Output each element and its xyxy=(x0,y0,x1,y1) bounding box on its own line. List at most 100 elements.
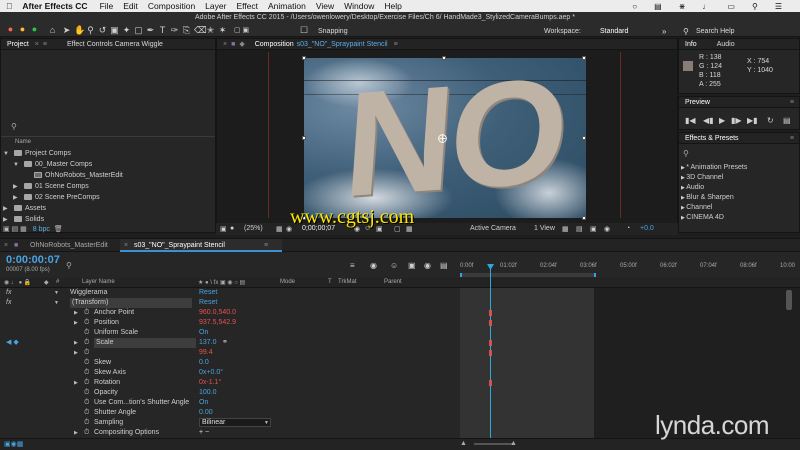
composition-menu-icon[interactable]: ≡ xyxy=(394,41,398,48)
project-item[interactable]: OhNoRobots_MasterEdit xyxy=(3,171,123,181)
pan-behind-tool-icon[interactable]: ✦ xyxy=(122,26,131,35)
property-row[interactable]: ▶ ⏱ Position 937.5,542.9 xyxy=(0,318,460,328)
close-tab-icon[interactable]: × xyxy=(124,242,128,249)
tab-master-edit[interactable]: OhNoRobots_MasterEdit xyxy=(30,242,108,249)
camera-tool-icon[interactable]: ▣ xyxy=(110,26,119,35)
tab-effect-controls[interactable]: Effect Controls Camera Wiggle xyxy=(67,41,163,48)
bit-depth-button[interactable]: 8 bpc xyxy=(33,226,50,233)
tab-info[interactable]: Info xyxy=(685,41,697,48)
stopwatch-icon[interactable]: ⏱ xyxy=(84,328,89,338)
mode-header[interactable]: Mode xyxy=(280,279,295,285)
home-tool-icon[interactable]: ⌂ xyxy=(48,26,57,35)
effects-category[interactable]: ▶ Channel xyxy=(681,204,712,211)
trkmat-header[interactable]: TrkMat xyxy=(338,279,356,285)
menu-window[interactable]: Window xyxy=(344,1,374,11)
previous-frame-icon[interactable]: ◀▮ xyxy=(703,116,714,125)
stopwatch-icon[interactable]: ⏱ xyxy=(84,398,89,408)
transform-handle[interactable] xyxy=(582,56,586,60)
clone-stamp-tool-icon[interactable]: ⎘ xyxy=(182,26,191,35)
property-value[interactable]: 100.0 xyxy=(199,388,217,398)
project-search-input[interactable]: ⚲ xyxy=(11,122,211,132)
disclosure-triangle-icon[interactable]: ▶ xyxy=(74,348,78,358)
menu-file[interactable]: File xyxy=(100,1,114,11)
snapping-checkbox[interactable]: ☐ xyxy=(300,26,308,35)
effects-menu-icon[interactable]: ≡ xyxy=(790,135,794,142)
hand-tool-icon[interactable]: ✋ xyxy=(74,26,85,35)
pen-tool-icon[interactable]: ✒ xyxy=(146,26,155,35)
tab-audio[interactable]: Audio xyxy=(717,41,735,48)
flowchart-icon[interactable]: ◉ xyxy=(604,225,610,233)
next-frame-icon[interactable]: ▮▶ xyxy=(731,116,742,125)
disclosure-triangle-icon[interactable]: ▶ xyxy=(74,318,78,328)
composition-mini-flowchart-icon[interactable]: ≡ xyxy=(350,261,355,270)
parent-header[interactable]: Parent xyxy=(384,279,402,285)
property-row[interactable]: ⏱ Skew 0.0 xyxy=(0,358,460,368)
apple-icon[interactable]:  xyxy=(6,1,12,11)
property-row[interactable]: ▶ ⏱ Anchor Point 960.0,540.0 xyxy=(0,308,460,318)
timeline-scrollbar-thumb[interactable] xyxy=(786,290,792,310)
interpret-footage-icon[interactable]: ▣ xyxy=(3,226,10,233)
stopwatch-icon[interactable]: ⏱ xyxy=(84,408,89,418)
tab-active-comp[interactable]: s03_"NO"_Spraypaint Stencil xyxy=(134,242,225,249)
play-icon[interactable]: ▶ xyxy=(719,116,725,125)
project-item[interactable]: ▶ Solids xyxy=(3,215,44,225)
anchor-point-icon[interactable]: ⨁ xyxy=(438,133,448,143)
first-frame-icon[interactable]: ▮◀ xyxy=(685,116,696,125)
exposure-value[interactable]: +0.0 xyxy=(640,225,654,232)
stopwatch-icon[interactable]: ⏱ xyxy=(84,418,89,428)
menu-help[interactable]: Help xyxy=(384,1,401,11)
property-value[interactable]: Reset xyxy=(199,298,217,308)
disclosure-triangle-icon[interactable]: ▶ xyxy=(74,378,78,388)
property-value[interactable]: 960.0,540.0 xyxy=(199,308,236,318)
fast-previews-icon[interactable]: ▤ xyxy=(576,225,583,233)
creative-cloud-icon[interactable]: ○ xyxy=(632,2,637,11)
battery-icon[interactable]: ▭ xyxy=(727,2,735,11)
expression-keyframe-marker[interactable] xyxy=(489,380,492,386)
property-row[interactable]: ⏱ Uniform Scale On xyxy=(0,328,460,338)
effects-category[interactable]: ▶ Blur & Sharpen xyxy=(681,194,734,201)
motion-blur-icon[interactable]: ◉ xyxy=(424,261,431,270)
effects-title[interactable]: Effects & Presets xyxy=(685,135,739,142)
disclosure-open-icon[interactable]: ▼ xyxy=(3,149,11,159)
tab-project[interactable]: Project xyxy=(7,41,29,48)
search-help-field[interactable]: Search Help xyxy=(696,28,735,35)
preview-title[interactable]: Preview xyxy=(685,99,710,106)
rotate-tool-icon[interactable]: ↺ xyxy=(98,26,107,35)
search-help-icon[interactable]: ⚲ xyxy=(683,27,689,36)
stopwatch-icon[interactable]: ⏱ xyxy=(84,348,89,358)
trash-icon[interactable]: 🗑 xyxy=(54,226,63,233)
disclosure-closed-icon[interactable]: ▶ xyxy=(3,204,11,214)
property-value[interactable]: Reset xyxy=(199,288,217,298)
constrain-proportions-icon[interactable]: ⚭ xyxy=(222,338,228,348)
menu-view[interactable]: View xyxy=(316,1,334,11)
stopwatch-icon[interactable]: ⏱ xyxy=(84,318,89,328)
lock-viewer-icon[interactable]: ◆ xyxy=(239,40,244,48)
zoom-out-icon[interactable]: ▲ xyxy=(460,440,467,447)
transform-handle[interactable] xyxy=(302,136,306,140)
disclosure-closed-icon[interactable]: ▶ xyxy=(13,193,21,203)
workspace-select[interactable]: Standard xyxy=(600,28,628,35)
property-value[interactable]: 937.5,542.9 xyxy=(199,318,236,328)
volume-icon[interactable]: ♩ xyxy=(702,2,710,11)
stopwatch-icon[interactable]: ⏱ xyxy=(84,388,89,398)
puppet-tool-icon[interactable]: ✶ xyxy=(218,26,227,35)
work-area-bar[interactable] xyxy=(460,273,596,277)
chevron-down-icon[interactable]: ▼ xyxy=(264,418,269,428)
property-row[interactable]: ⏱ Shutter Angle 0.00 xyxy=(0,408,460,418)
brush-tool-icon[interactable]: ✑ xyxy=(170,26,179,35)
draft-3d-icon[interactable]: ◉ xyxy=(370,261,377,270)
timeline-search-input[interactable]: ⚲ xyxy=(66,261,72,270)
stopwatch-icon[interactable]: ⏱ xyxy=(84,308,89,318)
property-value[interactable]: Bilinear xyxy=(199,418,271,427)
selection-tool-icon[interactable]: ➤ xyxy=(62,26,71,35)
zoom-window-icon[interactable]: ● xyxy=(30,25,39,34)
view-layout-select[interactable]: 1 View xyxy=(534,225,555,232)
disclosure-triangle-icon[interactable]: ▶ xyxy=(74,338,78,348)
close-tab-icon[interactable]: × xyxy=(4,242,8,249)
stopwatch-icon[interactable]: ⏱ xyxy=(84,338,89,348)
type-tool-icon[interactable]: T xyxy=(158,26,167,35)
keyframe-navigator-icon[interactable]: ◀ ◆ xyxy=(6,338,19,348)
property-row[interactable]: ⏱ Opacity 100.0 xyxy=(0,388,460,398)
effects-category[interactable]: ▶ Audio xyxy=(681,184,704,191)
project-item[interactable]: ▼ 00_Master Comps xyxy=(3,160,92,170)
